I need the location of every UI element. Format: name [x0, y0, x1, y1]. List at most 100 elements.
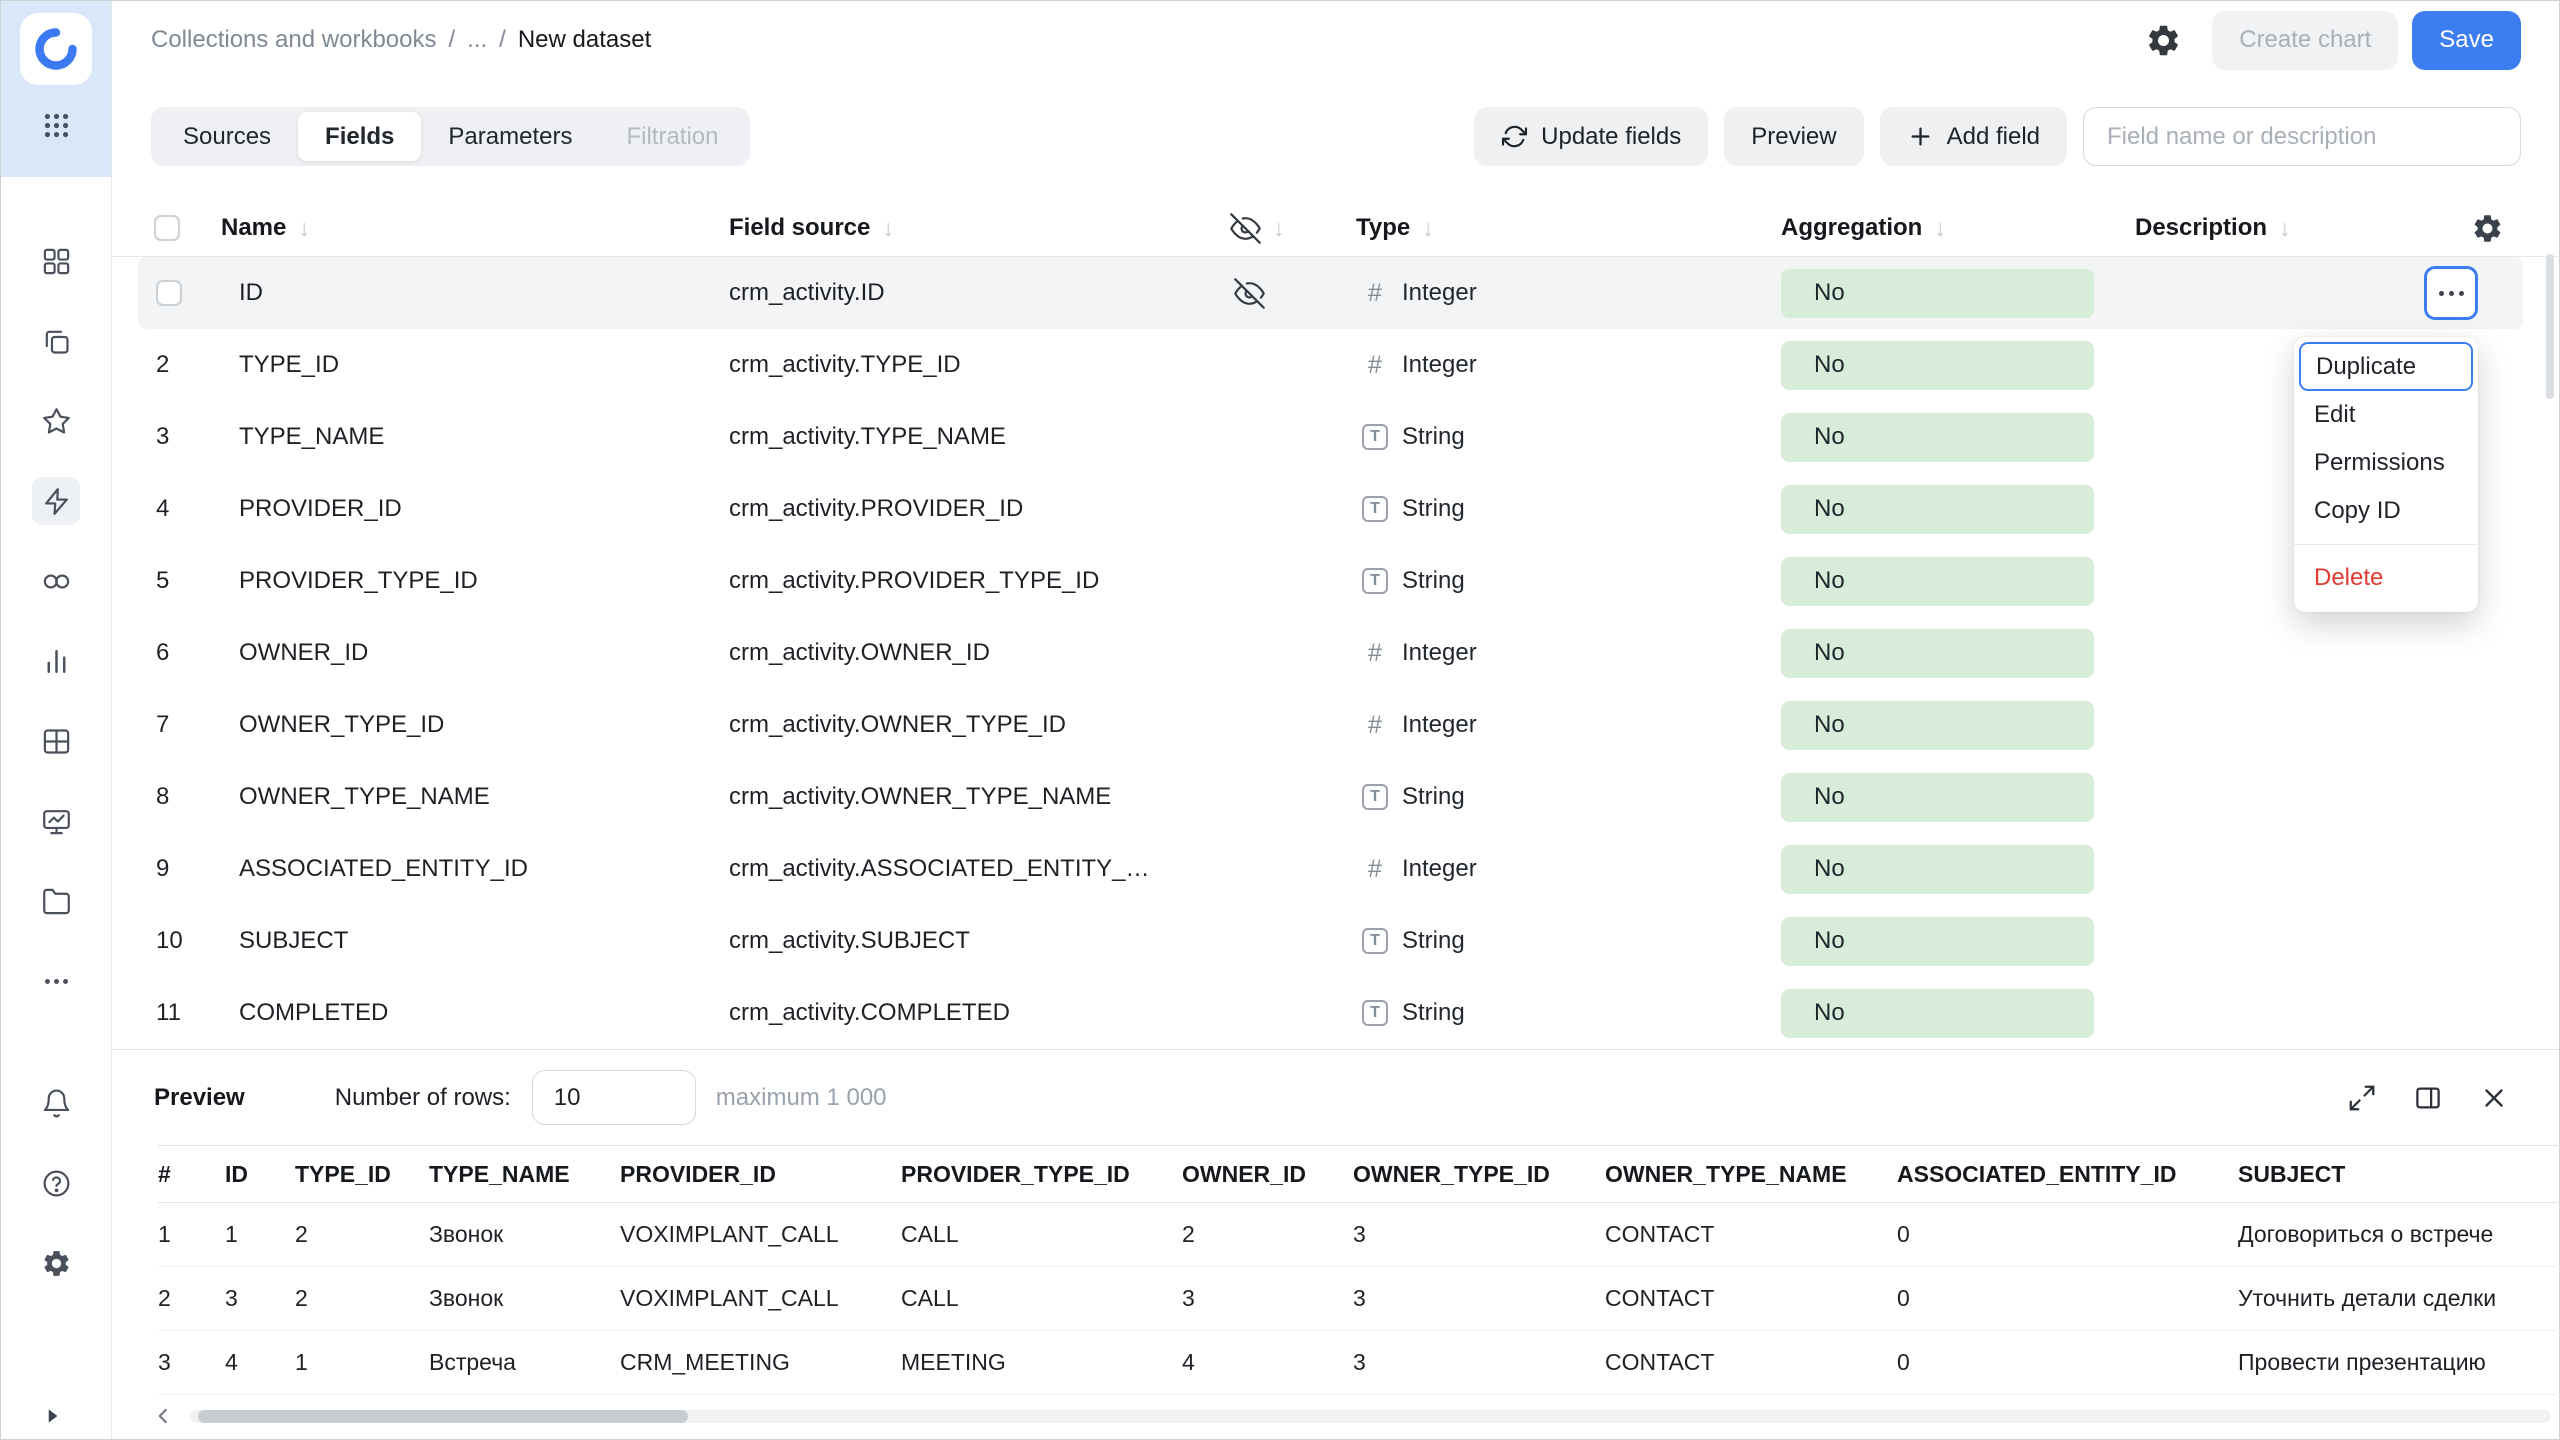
breadcrumb-current: New dataset — [517, 26, 652, 53]
preview-cell: 0 — [1897, 1266, 2238, 1331]
charts-icon[interactable] — [32, 637, 80, 685]
breadcrumb-root[interactable]: Collections and workbooks — [151, 26, 436, 54]
aggregation-select[interactable]: No — [1781, 700, 2094, 750]
tab-parameters[interactable]: Parameters — [421, 112, 599, 161]
tab-fields[interactable]: Fields — [298, 112, 422, 161]
preview-toggle-label: Preview — [1751, 122, 1837, 150]
field-row[interactable]: 4 PROVIDER_ID crm_activity.PROVIDER_ID T Str… — [112, 473, 2559, 545]
more-icon[interactable] — [32, 957, 80, 1005]
string-type-icon: T — [1362, 1000, 1388, 1026]
field-row[interactable]: 9 ASSOCIATED_ENTITY_ID crm_activity.ASSOCI… — [112, 833, 2559, 905]
field-row[interactable]: 8 OWNER_TYPE_NAME crm_activity.OWNER_TYPE_… — [112, 761, 2559, 833]
relations-icon[interactable] — [32, 557, 80, 605]
field-search-input[interactable] — [2083, 107, 2521, 166]
breadcrumb-ellipsis[interactable]: ... — [467, 26, 487, 54]
sort-arrow-icon: ↓ — [1422, 214, 1434, 241]
field-type: # Integer — [1362, 833, 1477, 905]
field-row[interactable]: 7 OWNER_TYPE_ID crm_activity.OWNER_TYPE_ID… — [112, 689, 2559, 761]
aggregation-select[interactable]: No — [1781, 268, 2094, 318]
menu-item-delete[interactable]: Delete — [2294, 554, 2478, 602]
field-type: # Integer — [1362, 329, 1477, 401]
connections-lightning-icon[interactable] — [32, 477, 80, 525]
field-row[interactable]: 3 TYPE_NAME crm_activity.TYPE_NAME T String N… — [112, 401, 2559, 473]
table-settings-button[interactable] — [2471, 200, 2504, 256]
aggregation-select[interactable]: No — [1781, 484, 2094, 534]
aggregation-select[interactable]: No — [1781, 772, 2094, 822]
field-type: # Integer — [1362, 617, 1477, 689]
update-fields-button[interactable]: Update fields — [1474, 107, 1709, 166]
table-grid-icon[interactable] — [32, 717, 80, 765]
notifications-bell-icon[interactable] — [32, 1079, 80, 1127]
field-row[interactable]: 2 TYPE_ID crm_activity.TYPE_ID # Integer No — [112, 329, 2559, 401]
field-type-label: String — [1402, 423, 1465, 450]
field-name: PROVIDER_TYPE_ID — [239, 567, 478, 594]
apps-grid-icon[interactable] — [32, 101, 80, 149]
aggregation-select[interactable]: No — [1781, 556, 2094, 606]
field-row[interactable]: 10 SUBJECT crm_activity.SUBJECT T String No — [112, 905, 2559, 977]
column-header-hidden[interactable]: ↓ — [1230, 200, 1285, 256]
preview-column-header: OWNER_TYPE_NAME — [1605, 1145, 1897, 1203]
aggregation-select[interactable]: No — [1781, 628, 2094, 678]
preview-toggle-button[interactable]: Preview — [1724, 107, 1864, 166]
datalens-logo[interactable] — [20, 13, 92, 85]
row-checkbox[interactable] — [156, 280, 182, 306]
field-hidden-toggle[interactable] — [1226, 257, 1272, 329]
column-header-field-source[interactable]: Field source ↓ — [729, 200, 894, 256]
field-row[interactable]: ID crm_activity.ID # Integer No — [112, 257, 2559, 329]
favorites-star-icon[interactable] — [32, 397, 80, 445]
row-index: 9 — [156, 855, 170, 882]
vertical-scrollbar-thumb[interactable] — [2546, 254, 2554, 399]
sort-arrow-icon: ↓ — [1934, 214, 1946, 241]
select-all-checkbox[interactable] — [154, 215, 180, 241]
horizontal-scrollbar-thumb[interactable] — [198, 1409, 688, 1423]
rows-count-input[interactable] — [531, 1070, 696, 1125]
tab-sources[interactable]: Sources — [156, 112, 298, 161]
aggregation-select[interactable]: No — [1781, 844, 2094, 894]
horizontal-scrollbar-track[interactable] — [190, 1409, 2551, 1423]
field-row[interactable]: 11 COMPLETED crm_activity.COMPLETED T String… — [112, 977, 2559, 1049]
expand-preview-button[interactable] — [2347, 1083, 2377, 1113]
field-source: crm_activity.TYPE_NAME — [729, 423, 1006, 450]
folder-icon[interactable] — [32, 877, 80, 925]
aggregation-select[interactable]: No — [1781, 412, 2094, 462]
field-type: # Integer — [1362, 257, 1477, 329]
breadcrumb-separator: / — [448, 26, 456, 53]
column-header-type[interactable]: Type ↓ — [1356, 200, 1434, 256]
close-preview-button[interactable] — [2479, 1083, 2509, 1113]
menu-item-edit[interactable]: Edit — [2294, 391, 2478, 439]
settings-gear-icon[interactable] — [32, 1239, 80, 1287]
aggregation-select[interactable]: No — [1781, 340, 2094, 390]
menu-item-permissions[interactable]: Permissions — [2294, 439, 2478, 487]
sidebar-collapse-button[interactable] — [39, 1403, 65, 1429]
field-source: crm_activity.OWNER_TYPE_ID — [729, 711, 1066, 738]
field-row[interactable]: 6 OWNER_ID crm_activity.OWNER_ID # Integer No — [112, 617, 2559, 689]
column-header-aggregation[interactable]: Aggregation ↓ — [1781, 200, 1946, 256]
row-checkbox-cell — [156, 257, 220, 329]
row-actions-button[interactable] — [2424, 266, 2478, 320]
dataset-settings-button[interactable] — [2145, 22, 2182, 59]
app-header: Collections and workbooks / ... / New da… — [112, 1, 2559, 79]
field-name: COMPLETED — [239, 999, 389, 1026]
menu-item-duplicate[interactable]: Duplicate — [2299, 342, 2473, 391]
field-type-label: Integer — [1402, 279, 1477, 306]
column-header-description[interactable]: Description ↓ — [2135, 200, 2291, 256]
help-icon[interactable] — [32, 1159, 80, 1207]
preview-cell: 2 — [158, 1266, 225, 1331]
preview-column-header: OWNER_TYPE_ID — [1353, 1145, 1605, 1203]
float-preview-button[interactable] — [2413, 1083, 2443, 1113]
field-row[interactable]: 5 PROVIDER_TYPE_ID crm_activity.PROVIDER_T… — [112, 545, 2559, 617]
column-header-name[interactable]: Name ↓ — [221, 200, 310, 256]
row-actions-cell — [2424, 257, 2478, 329]
monitoring-icon[interactable] — [32, 797, 80, 845]
menu-item-copy-id[interactable]: Copy ID — [2294, 487, 2478, 535]
aggregation-select[interactable]: No — [1781, 916, 2094, 966]
preview-cell: 3 — [1353, 1330, 1605, 1395]
add-field-button[interactable]: Add field — [1879, 107, 2067, 166]
scroll-left-button[interactable] — [150, 1403, 176, 1429]
collections-icon[interactable] — [32, 317, 80, 365]
widgets-icon[interactable] — [32, 237, 80, 285]
eye-off-icon — [1233, 277, 1265, 309]
aggregation-select[interactable]: No — [1781, 988, 2094, 1038]
save-button[interactable]: Save — [2412, 10, 2521, 70]
chevron-left-icon — [158, 1408, 167, 1424]
